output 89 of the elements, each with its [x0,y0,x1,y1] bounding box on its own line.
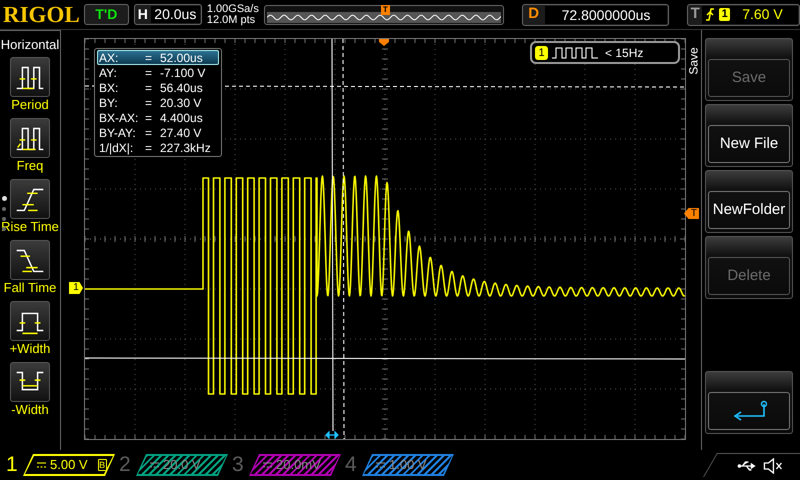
cursor-handle-icon[interactable] [325,430,339,439]
pulse-train-icon [552,46,598,58]
readout-label: BY: [98,94,119,112]
trigger-display[interactable]: T 1 7.60 V [687,4,800,26]
softkey-label: Save [732,68,766,88]
measure-label: Rise Time [1,219,59,235]
softkey-label: New File [720,134,778,154]
readout-value: -7.100 V [160,64,206,82]
channel-number: 4 [345,453,358,477]
measure-label: Period [11,97,49,113]
readout-equals: = [145,124,154,142]
readout-value: 227.3kHz [160,140,211,156]
counter-channel: 1 [535,46,548,60]
cursor-line[interactable] [342,39,344,439]
channel-tab[interactable]: 5.00 V B [23,454,115,476]
readout-value: 52.00us [160,50,203,66]
readout-value: 56.40us [160,80,203,96]
readout-label: AX: [98,50,120,66]
readout-row[interactable]: BX-AX: = 4.400us [97,110,219,125]
brand-logo: RIGOL [3,3,79,26]
cursor-line[interactable] [332,39,334,432]
softkey-label: NewFolder [712,200,786,220]
readout-equals: = [145,80,154,96]
dc-coupling-icon [376,462,385,468]
readout-label: 1/|dX|: [98,140,134,156]
sidebar-title: Horizontal [0,37,60,52]
softkey-label: Delete [727,266,771,286]
readout-row[interactable]: BX: = 56.40us [97,80,219,95]
measure-label: Fall Time [4,280,56,296]
timebase-display[interactable]: H 20.0us [134,4,202,25]
delay-display[interactable]: D 72.8000000us [522,4,670,26]
delay-label: D [527,4,540,24]
return-arrow-icon [731,400,767,422]
dc-coupling-icon [150,462,159,468]
measure-button[interactable] [10,57,50,97]
trigger-position-icon [379,39,389,46]
readout-equals: = [145,140,154,156]
softkey-button[interactable]: NewFolder [705,170,793,233]
channel-number: 1 [6,453,19,477]
readout-row[interactable]: AY: = -7.100 V [97,65,219,80]
readout-equals: = [145,110,154,126]
channel-number: 3 [232,453,245,477]
measure-label: -Width [11,402,49,418]
bandwidth-limit-icon: B [98,459,107,471]
trigger-source: 1 [719,8,730,21]
run-status-button[interactable]: T'D [84,4,129,25]
readout-value: 27.40 V [160,124,202,142]
readout-row[interactable]: 1/|dX|: = 227.3kHz [97,140,219,155]
rising-edge-icon [705,8,716,21]
measure-button[interactable] [10,240,50,280]
channel-marker[interactable]: 1 [69,282,83,294]
readout-label: BX-AX: [98,110,140,126]
readout-label: AY: [98,64,118,82]
cursor-line[interactable] [85,358,685,360]
softkey-button[interactable]: New File [705,104,793,167]
back-button[interactable] [705,371,793,434]
measure-button[interactable] [10,362,50,402]
timebase-value: 20.0us [150,6,200,23]
measure-label: +Width [10,341,50,357]
readout-row[interactable]: BY-AY: = 27.40 V [97,125,219,140]
trigger-level: 7.60 V [742,5,783,24]
measure-label: Freq [16,158,44,174]
trigger-position-marker: T [380,4,390,14]
readout-value: 4.400us [160,110,203,126]
readout-equals: = [145,64,154,82]
measure-button[interactable] [10,118,50,158]
readout-row[interactable]: BY: = 20.30 V [97,95,219,110]
readout-label: BY-AY: [98,124,137,142]
channel-scale: 5.00 V [50,456,88,474]
readout-equals: = [145,94,154,112]
usb-icon [737,460,758,470]
readout-equals: = [145,50,154,66]
dc-coupling-icon [37,462,46,468]
trigger-label: T [690,4,701,24]
delay-value: 72.8000000us [544,6,668,24]
measure-button[interactable] [10,179,50,219]
menu-title: Save [686,47,702,75]
readout-value: 20.30 V [160,94,202,112]
timebase-label: H [136,5,149,24]
memory-depth: 12.0M pts [206,14,256,26]
channel-number: 2 [119,453,132,477]
counter-reading: < 15Hz [605,44,644,62]
dc-coupling-icon [263,462,272,468]
speaker-muted-icon [763,458,784,474]
sample-rate: 1.00GSa/s [206,4,259,14]
readout-label: BX: [98,80,120,96]
trigger-level-marker[interactable]: T [684,208,699,219]
readout-row[interactable]: AX: = 52.00us [97,50,219,65]
measure-button[interactable] [10,301,50,341]
